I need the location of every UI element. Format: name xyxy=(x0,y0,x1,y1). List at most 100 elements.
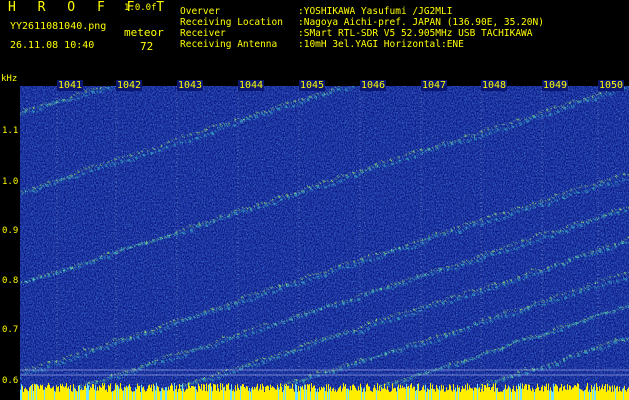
y-tick-label: 1.0 xyxy=(2,177,19,187)
level-column xyxy=(539,390,540,400)
level-column xyxy=(499,391,500,400)
level-column xyxy=(568,389,569,400)
level-column xyxy=(458,387,459,400)
level-column xyxy=(251,388,252,400)
level-column xyxy=(80,390,81,400)
level-column xyxy=(365,391,366,400)
level-column xyxy=(254,386,255,400)
level-column xyxy=(469,385,470,400)
level-column xyxy=(143,386,144,400)
level-column xyxy=(367,383,368,400)
level-column xyxy=(155,390,156,400)
level-column xyxy=(554,386,555,400)
level-column xyxy=(277,384,278,400)
level-column xyxy=(411,383,412,400)
x-tick-label: 1048 xyxy=(481,80,508,91)
level-column xyxy=(20,389,21,400)
level-column xyxy=(246,386,247,400)
level-column xyxy=(624,385,625,400)
level-column xyxy=(516,385,517,400)
level-column xyxy=(154,385,155,400)
level-column xyxy=(627,389,628,400)
level-column xyxy=(199,385,200,400)
level-column xyxy=(470,387,471,400)
level-column xyxy=(532,387,533,400)
level-column xyxy=(156,383,157,400)
info-row-observer: Overver:YOSHIKAWA Yasufumi /JG2MLI xyxy=(180,6,452,17)
level-column xyxy=(357,390,358,400)
level-column xyxy=(38,386,39,400)
level-column xyxy=(465,384,466,400)
level-column xyxy=(122,390,123,400)
level-column xyxy=(327,391,328,400)
level-column xyxy=(315,388,316,400)
level-column xyxy=(561,383,562,400)
level-column xyxy=(621,391,622,400)
level-column xyxy=(235,385,236,400)
level-column xyxy=(167,390,168,400)
level-column xyxy=(547,390,548,400)
level-column xyxy=(125,387,126,400)
level-column xyxy=(567,384,568,400)
level-column xyxy=(489,387,490,400)
level-column xyxy=(285,385,286,400)
level-column xyxy=(267,385,268,400)
level-column xyxy=(295,383,296,400)
level-column xyxy=(216,390,217,400)
level-column xyxy=(371,391,372,400)
level-column xyxy=(419,391,420,400)
level-column xyxy=(353,384,354,400)
level-column xyxy=(355,387,356,400)
level-column xyxy=(604,386,605,400)
level-column xyxy=(57,387,58,400)
level-column xyxy=(504,388,505,400)
level-column xyxy=(468,389,469,400)
level-column xyxy=(433,389,434,400)
level-column xyxy=(524,385,525,400)
level-column xyxy=(498,391,499,400)
level-column xyxy=(89,389,90,400)
level-column xyxy=(511,391,512,400)
level-column xyxy=(98,390,99,400)
level-column xyxy=(220,383,221,400)
y-tick-label: 0.6 xyxy=(2,376,19,386)
plot-speckle xyxy=(20,86,629,400)
x-tick-label: 1046 xyxy=(360,80,387,91)
level-column xyxy=(378,390,379,400)
level-column xyxy=(364,387,365,400)
level-column xyxy=(112,391,113,400)
level-column xyxy=(538,387,539,400)
level-column xyxy=(104,383,105,400)
level-column xyxy=(99,385,100,400)
level-column xyxy=(53,386,54,400)
level-column xyxy=(346,388,347,400)
level-column xyxy=(626,391,627,400)
level-column xyxy=(123,390,124,400)
level-column xyxy=(151,384,152,400)
level-column xyxy=(240,385,241,400)
level-column xyxy=(291,388,292,400)
level-column xyxy=(508,385,509,400)
level-column xyxy=(590,391,591,400)
level-column xyxy=(455,387,456,400)
level-column xyxy=(480,391,481,400)
level-column xyxy=(372,391,373,400)
level-column xyxy=(256,386,257,400)
level-column xyxy=(488,387,489,400)
level-column xyxy=(134,391,135,400)
info-row-location: Receiving Location:Nagoya Aichi-pref. JA… xyxy=(180,17,544,28)
level-column xyxy=(339,387,340,400)
level-column xyxy=(618,391,619,400)
level-column xyxy=(457,385,458,400)
level-column xyxy=(313,385,314,400)
level-column xyxy=(611,391,612,400)
level-column xyxy=(73,383,74,400)
level-column xyxy=(548,383,549,400)
level-column xyxy=(588,391,589,400)
level-column xyxy=(403,387,404,400)
spectrogram[interactable] xyxy=(20,86,629,400)
level-column xyxy=(464,388,465,400)
level-column xyxy=(289,388,290,400)
level-column xyxy=(96,390,97,400)
level-column xyxy=(206,383,207,400)
